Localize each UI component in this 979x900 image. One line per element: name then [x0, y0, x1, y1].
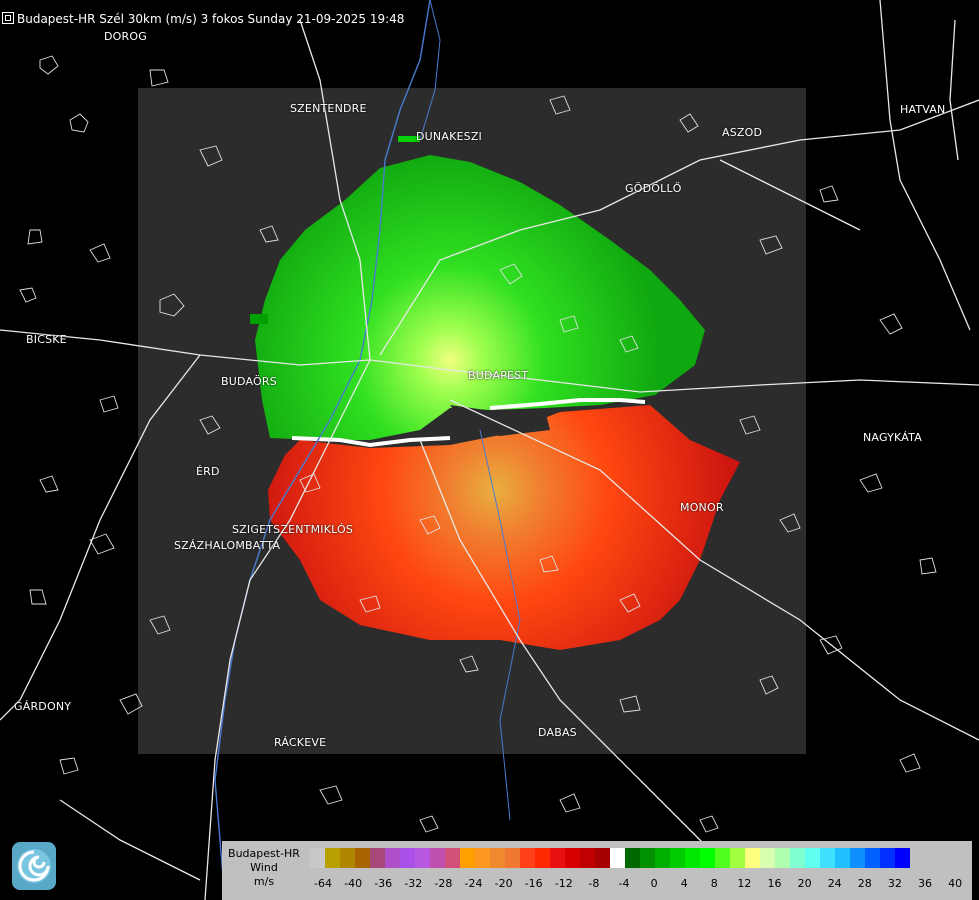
legend-swatch [595, 848, 610, 868]
legend-unit: m/s [253, 875, 275, 888]
legend-swatch [310, 848, 325, 868]
legend-swatch [700, 848, 715, 868]
legend-swatch [325, 848, 340, 868]
legend-swatch [475, 848, 490, 868]
legend-swatch [865, 848, 880, 868]
echo-speckle [250, 314, 268, 324]
city-label: SZIGETSZENTMIKLÓS [232, 523, 354, 536]
legend-swatch [370, 848, 385, 868]
legend-swatch [385, 848, 400, 868]
city-label: ASZOD [722, 126, 763, 139]
legend-tick-label: 8 [710, 877, 718, 890]
legend-color-scale [310, 848, 910, 868]
city-label: HATVAN [900, 103, 946, 116]
city-label: SZÁZHALOMBATTA [174, 539, 281, 552]
city-label: GÖDÖLLŐ [625, 182, 682, 195]
city-label: GÁRDONY [14, 700, 72, 713]
legend-swatch [610, 848, 625, 868]
legend-swatch [850, 848, 865, 868]
legend-tick-label: -16 [524, 877, 543, 890]
legend-swatch [895, 848, 910, 868]
radar-map-view: Budapest-HR Szél 30km (m/s) 3 fokos Sund… [0, 0, 979, 900]
legend-tick-label: 12 [737, 877, 752, 890]
radar-header: Budapest-HR Szél 30km (m/s) 3 fokos Sund… [0, 12, 404, 26]
legend-swatch [670, 848, 685, 868]
legend-tick-label: -12 [554, 877, 573, 890]
city-label: DOROG [104, 30, 147, 43]
legend-swatch [490, 848, 505, 868]
legend-swatch [520, 848, 535, 868]
product-icon[interactable] [2, 12, 14, 24]
legend-swatch [820, 848, 835, 868]
legend-swatch [685, 848, 700, 868]
legend-tick-label: -36 [374, 877, 393, 890]
legend-tick-label: 0 [650, 877, 658, 890]
legend-swatch [415, 848, 430, 868]
city-label: BUDAÖRS [221, 375, 277, 388]
legend-tick-label: 20 [797, 877, 812, 890]
legend-swatch [775, 848, 790, 868]
legend-swatch [565, 848, 580, 868]
met-service-logo [12, 842, 56, 890]
legend-swatch [445, 848, 460, 868]
legend-tick-label: -24 [464, 877, 483, 890]
legend-swatch [580, 848, 595, 868]
city-label: DABAS [538, 726, 577, 739]
swirl-icon [17, 849, 51, 883]
legend-tick-label: -40 [344, 877, 363, 890]
legend-tick-label: 28 [857, 877, 872, 890]
legend-tick-label: -4 [618, 877, 630, 890]
legend-swatch [790, 848, 805, 868]
legend-title: Budapest-HR Wind m/s [224, 847, 304, 889]
legend-tick-label: 40 [948, 877, 963, 890]
legend-tick-label: 24 [827, 877, 842, 890]
radar-title: Budapest-HR Szél 30km (m/s) 3 fokos Sund… [17, 12, 405, 26]
legend-swatch [880, 848, 895, 868]
legend-quantity: Wind [250, 861, 278, 874]
legend-swatch [805, 848, 820, 868]
legend-swatch [355, 848, 370, 868]
legend-tick-label: 4 [680, 877, 688, 890]
city-label: DUNAKESZI [416, 130, 483, 143]
legend-swatch [550, 848, 565, 868]
legend-tick-label: 36 [918, 877, 932, 890]
legend-swatch [535, 848, 550, 868]
legend-swatch [505, 848, 520, 868]
city-label: RÁCKEVE [274, 736, 327, 749]
legend-swatch [730, 848, 745, 868]
velocity-legend: Budapest-HR Wind m/s -64 -40 -36 -32 -28 -24-… [222, 841, 972, 900]
legend-tick-label: -28 [434, 877, 453, 890]
legend-tick-label: 32 [887, 877, 902, 890]
legend-swatch [340, 848, 355, 868]
legend-tick-label: 16 [767, 877, 782, 890]
legend-tick-label: -32 [404, 877, 423, 890]
city-label: SZENTENDRE [290, 102, 367, 115]
legend-tick-label: -8 [588, 877, 600, 890]
legend-swatch [835, 848, 850, 868]
legend-tick-label: -20 [494, 877, 513, 890]
radar-map [0, 0, 979, 900]
legend-radar-name: Budapest-HR [228, 847, 300, 860]
city-label: MONOR [680, 501, 724, 514]
legend-swatch [430, 848, 445, 868]
legend-tick-label: -64 [314, 877, 332, 890]
legend-swatch [460, 848, 475, 868]
legend-swatch [760, 848, 775, 868]
city-label: ÉRD [196, 465, 220, 478]
legend-swatch [625, 848, 640, 868]
legend-swatch [655, 848, 670, 868]
city-label: BUDAPEST [468, 369, 529, 382]
city-label: BICSKE [26, 333, 67, 346]
legend-swatch [640, 848, 655, 868]
legend-swatch [745, 848, 760, 868]
legend-swatch [715, 848, 730, 868]
legend-swatch [400, 848, 415, 868]
city-label: NAGYKÁTA [863, 431, 922, 444]
